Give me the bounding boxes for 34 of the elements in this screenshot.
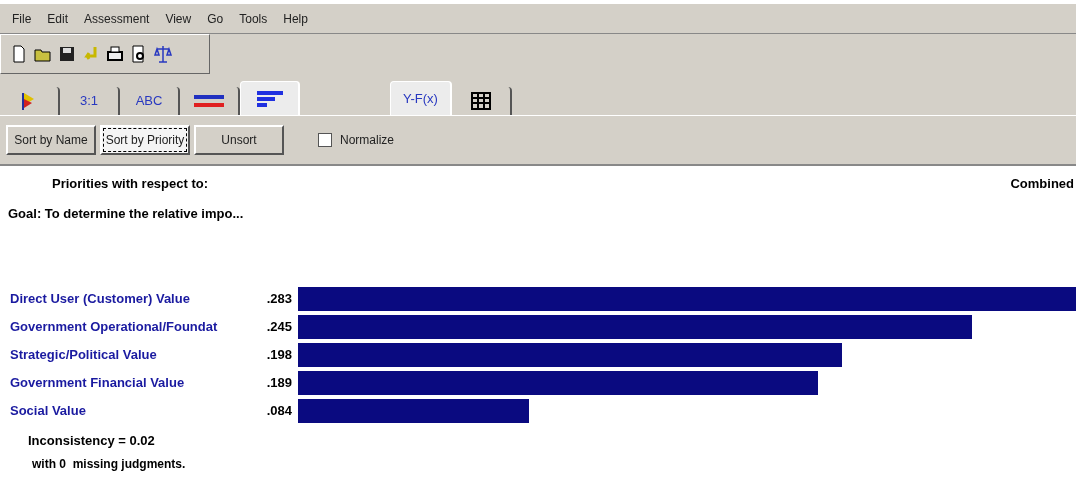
table-grid-icon (470, 92, 491, 110)
print-icon[interactable] (105, 44, 125, 64)
menu-item[interactable]: Tools (239, 9, 268, 28)
priority-value: .245 (265, 318, 293, 337)
menu-item[interactable]: Help (283, 9, 308, 28)
criterion-name: Government Operational/Foundat (9, 318, 219, 337)
sort-button[interactable]: Unsort (194, 125, 284, 155)
criterion-name: Government Financial Value (9, 374, 186, 393)
priority-value: .189 (265, 374, 293, 393)
inconsistency-text: Inconsistency = 0.02 (28, 432, 156, 450)
save-icon[interactable] (57, 44, 77, 64)
criterion-name: Social Value (9, 402, 87, 421)
view-tab[interactable]: Y-F(x) (390, 81, 452, 115)
priority-value: .283 (265, 290, 293, 309)
menu-item[interactable]: File (12, 9, 32, 28)
priorities-heading: Priorities with respect to: (52, 175, 209, 193)
menu-item[interactable]: View (165, 9, 192, 28)
equals-bars-icon (194, 93, 224, 109)
goal-text: Goal: To determine the relative impo... (8, 204, 245, 223)
sort-button[interactable]: Sort by Name (6, 125, 96, 155)
bar-ranking-icon (256, 89, 283, 108)
menu-item[interactable]: Go (207, 9, 224, 28)
priority-value: .198 (265, 346, 293, 365)
sort-button[interactable]: Sort by Priority (100, 125, 190, 155)
priority-value: .084 (265, 402, 293, 421)
combined-label: Combined (1010, 175, 1074, 193)
missing-judgments-text: with 0 missing judgments. (32, 455, 187, 473)
menu-item[interactable]: Assessment (84, 9, 150, 28)
checkbox-label: Normalize (340, 132, 394, 149)
criterion-name: Direct User (Customer) Value (9, 290, 191, 309)
menu-item[interactable]: Edit (47, 9, 69, 28)
criterion-name: Strategic/Political Value (9, 346, 158, 365)
normalize-checkbox[interactable] (318, 133, 332, 147)
balance-scale-icon[interactable] (153, 44, 173, 64)
